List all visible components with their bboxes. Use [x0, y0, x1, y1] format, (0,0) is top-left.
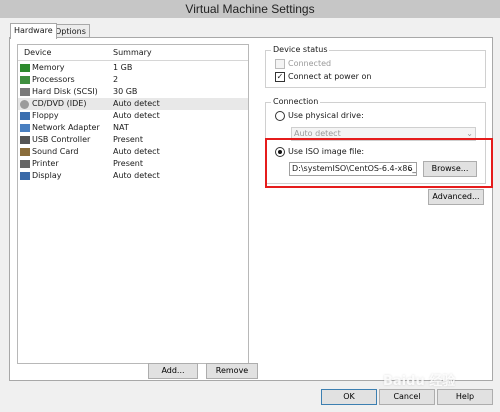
- device-row[interactable]: Display Auto detect: [18, 170, 248, 182]
- advanced-button[interactable]: Advanced...: [428, 189, 484, 205]
- device-name: Memory: [32, 63, 65, 72]
- device-summary: Auto detect: [113, 147, 160, 156]
- connected-label: Connected: [288, 59, 332, 68]
- device-row[interactable]: CD/DVD (IDE) Auto detect: [18, 98, 248, 110]
- device-summary: Auto detect: [113, 111, 160, 120]
- physical-drive-value: Auto detect: [294, 129, 341, 138]
- device-row[interactable]: Memory 1 GB: [18, 62, 248, 74]
- use-physical-drive-radio[interactable]: [275, 111, 285, 121]
- device-name: Network Adapter: [32, 123, 100, 132]
- watermark-logo: Baidu 经验: [383, 374, 456, 389]
- device-summary: 2: [113, 75, 119, 84]
- device-name: Floppy: [32, 111, 59, 120]
- ok-button[interactable]: OK: [321, 389, 377, 405]
- tab-options[interactable]: Options: [51, 24, 90, 38]
- cancel-button[interactable]: Cancel: [379, 389, 435, 405]
- remove-button[interactable]: Remove: [206, 363, 258, 379]
- device-name: USB Controller: [32, 135, 91, 144]
- connection-title: Connection: [271, 97, 321, 106]
- add-button[interactable]: Add...: [148, 363, 198, 379]
- highlight-box: [265, 138, 493, 188]
- processor-icon: [20, 76, 30, 84]
- connect-at-power-on-checkbox[interactable]: ✓: [275, 72, 285, 82]
- usb-controller-icon: [20, 136, 30, 144]
- device-summary: NAT: [113, 123, 129, 132]
- floppy-icon: [20, 112, 30, 120]
- device-row[interactable]: Processors 2: [18, 74, 248, 86]
- display-icon: [20, 172, 30, 180]
- summary-column-header[interactable]: Summary: [113, 48, 152, 57]
- device-list-header: Device Summary: [18, 45, 248, 61]
- device-name: CD/DVD (IDE): [32, 99, 87, 108]
- device-column-header[interactable]: Device: [24, 48, 51, 57]
- printer-icon: [20, 160, 30, 168]
- device-summary: 30 GB: [113, 87, 138, 96]
- device-name: Processors: [32, 75, 75, 84]
- device-summary: Present: [113, 135, 144, 144]
- device-row[interactable]: USB Controller Present: [18, 134, 248, 146]
- hardware-panel: Device Summary Memory 1 GB Processors 2 Hard…: [9, 37, 493, 381]
- device-list: Device Summary Memory 1 GB Processors 2 Hard…: [17, 44, 249, 364]
- device-name: Display: [32, 171, 62, 180]
- sound-card-icon: [20, 148, 30, 156]
- device-row[interactable]: Network Adapter NAT: [18, 122, 248, 134]
- network-adapter-icon: [20, 124, 30, 132]
- hard-disk-icon: [20, 88, 30, 96]
- device-row[interactable]: Hard Disk (SCSI) 30 GB: [18, 86, 248, 98]
- help-button[interactable]: Help: [437, 389, 493, 405]
- device-summary: 1 GB: [113, 63, 133, 72]
- device-name: Sound Card: [32, 147, 79, 156]
- device-summary: Auto detect: [113, 99, 160, 108]
- device-status-group: Device status Connected ✓ Connect at pow…: [265, 45, 486, 88]
- use-physical-drive-label: Use physical drive:: [288, 111, 364, 120]
- connected-checkbox[interactable]: [275, 59, 285, 69]
- window-title: Virtual Machine Settings: [0, 0, 500, 18]
- tab-hardware[interactable]: Hardware: [10, 23, 57, 39]
- cd-dvd-icon: [20, 100, 29, 109]
- connect-at-power-on-label: Connect at power on: [288, 72, 372, 81]
- device-name: Hard Disk (SCSI): [32, 87, 98, 96]
- device-name: Printer: [32, 159, 59, 168]
- device-row[interactable]: Sound Card Auto detect: [18, 146, 248, 158]
- device-status-title: Device status: [271, 45, 330, 54]
- memory-icon: [20, 64, 30, 72]
- device-summary: Auto detect: [113, 171, 160, 180]
- device-row[interactable]: Floppy Auto detect: [18, 110, 248, 122]
- device-row[interactable]: Printer Present: [18, 158, 248, 170]
- device-summary: Present: [113, 159, 144, 168]
